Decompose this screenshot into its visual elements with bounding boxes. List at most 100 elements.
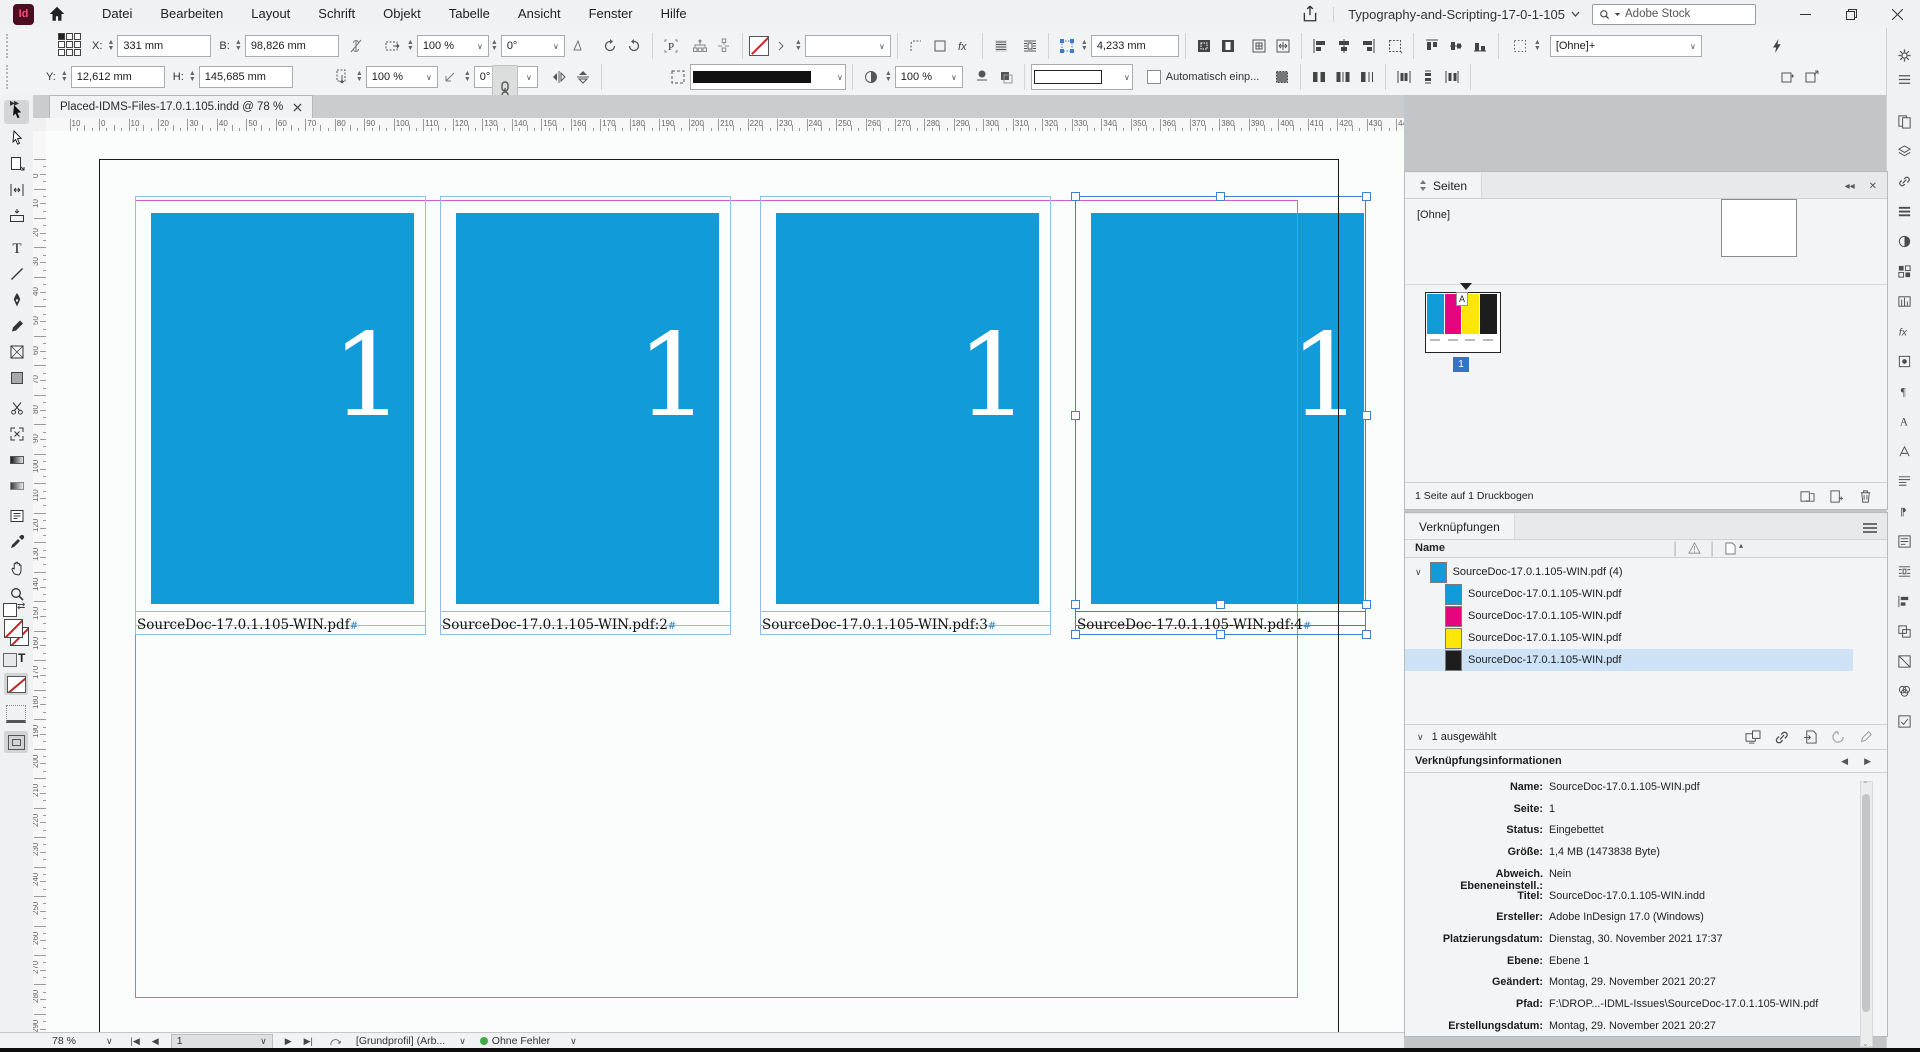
close-tab-icon[interactable]: [293, 102, 302, 112]
graphic-frame-4[interactable]: [1075, 196, 1366, 626]
document-tab[interactable]: Placed-IDMS-Files-17.0.1.105.indd @ 78 %: [49, 95, 314, 118]
name-column-header[interactable]: Name: [1415, 542, 1445, 554]
info-scrollbar[interactable]: ⌃ ⌄: [1860, 780, 1873, 1048]
delete-page-icon[interactable]: [1858, 489, 1873, 504]
collapse-panel-group-icon[interactable]: ◂◂: [1845, 181, 1855, 192]
scale-x-field[interactable]: 100 % ∨: [416, 35, 489, 57]
page-1-thumbnail[interactable]: A: [1425, 292, 1501, 353]
select-container-icon[interactable]: [689, 35, 711, 57]
caption-frame-2[interactable]: SourceDoc-17.0.1.105-WIN.pdf:2#: [440, 611, 731, 635]
panel-menu-icon[interactable]: [1863, 523, 1877, 533]
link-icon[interactable]: [1774, 730, 1790, 744]
selection-handle[interactable]: [1071, 192, 1080, 201]
menu-layout[interactable]: Layout: [237, 0, 304, 28]
link-row[interactable]: ∨ SourceDoc-17.0.1.105-WIN.pdf (4): [1405, 561, 1853, 583]
gradient-tool[interactable]: [4, 448, 29, 472]
columns-gutter-icon[interactable]: [1332, 66, 1354, 88]
autofit-checkbox[interactable]: [1146, 70, 1161, 84]
indesign-logo-icon[interactable]: Id: [13, 3, 34, 25]
fill-color-dropdown[interactable]: ∨: [1030, 64, 1133, 90]
scale-x-ref-icon[interactable]: [382, 35, 404, 57]
stroke-weight-field-chevron[interactable]: ∨: [879, 42, 885, 51]
corner-radius-field[interactable]: 4,233 mm: [1090, 35, 1179, 57]
x-position-field[interactable]: 331 mm: [117, 35, 212, 57]
line-tool[interactable]: [4, 262, 29, 286]
stroke-flyout-chevron[interactable]: [770, 35, 792, 57]
width-field-spinner[interactable]: ▲ ▼: [233, 36, 244, 56]
graphic-frame-2[interactable]: [440, 196, 731, 626]
selection-handle[interactable]: [1362, 411, 1371, 420]
frame-tool[interactable]: [4, 340, 29, 364]
document-set-dropdown[interactable]: Typography-and-Scripting-17-0-1-105: [1333, 6, 1592, 22]
panel-gear-icon[interactable]: [1895, 46, 1913, 64]
stroke-swatch-button[interactable]: [748, 36, 769, 56]
master-page-thumbnail[interactable]: [1721, 199, 1797, 257]
width-field[interactable]: 98,826 mm: [244, 35, 339, 57]
screen-mode-button[interactable]: [4, 731, 28, 753]
selection-handle[interactable]: [1071, 600, 1080, 609]
cell-view-icon[interactable]: [6, 705, 26, 723]
space-between-icon[interactable]: [1441, 66, 1463, 88]
corner-radius-field-spinner[interactable]: ▲ ▼: [1079, 36, 1090, 56]
free-transform-tool[interactable]: [4, 422, 29, 446]
opacity-field[interactable]: 100 % ∨: [894, 66, 963, 88]
graphic-frame-3[interactable]: [760, 196, 1051, 626]
space-h-icon[interactable]: [1393, 66, 1415, 88]
rectangle-tool[interactable]: [4, 366, 29, 390]
menu-datei[interactable]: Datei: [88, 0, 146, 28]
reference-point-proxy[interactable]: [58, 33, 84, 59]
height-field[interactable]: 145,685 mm: [198, 66, 293, 88]
fit-frame-to-content-icon[interactable]: [1248, 35, 1270, 57]
fill-frame-proportional-icon[interactable]: [1193, 35, 1215, 57]
collapse-info-icon[interactable]: ∨: [1417, 732, 1424, 743]
opacity-field-spinner[interactable]: ▲ ▼: [883, 67, 894, 87]
paragraph-panel-icon[interactable]: [1895, 472, 1913, 490]
restore-button[interactable]: [1828, 1, 1874, 28]
stroke-weight-field-spinner[interactable]: ▲ ▼: [793, 36, 804, 56]
color-panel-icon[interactable]: [1895, 232, 1913, 250]
object-style-dropdown-chevron[interactable]: ∨: [1690, 42, 1696, 51]
menu-fenster[interactable]: Fenster: [575, 0, 647, 28]
panel-menu-lines-icon[interactable]: [1895, 70, 1913, 88]
object-style-dropdown[interactable]: [Ohne]+ ∨: [1549, 35, 1702, 57]
next-link-icon[interactable]: ▶: [1864, 756, 1871, 767]
swap-fill-stroke-icon[interactable]: ⇄: [17, 601, 29, 613]
text-wrap-none-icon[interactable]: [990, 35, 1012, 57]
fit-content-to-frame-icon[interactable]: [1272, 35, 1294, 57]
selection-handle[interactable]: [1071, 411, 1080, 420]
layers-panel-icon[interactable]: [1895, 142, 1913, 160]
expand-panels-icon[interactable]: ▸▸: [10, 98, 19, 109]
page-transitions-icon[interactable]: [1800, 489, 1815, 504]
link-status-column-icon[interactable]: [1688, 542, 1701, 554]
link-row[interactable]: SourceDoc-17.0.1.105-WIN.pdf: [1405, 605, 1853, 627]
text-wrap-bounding-icon[interactable]: [1019, 35, 1041, 57]
horizontal-ruler[interactable]: 10 0 10 20 30 40 50 60 70 80 90 100 110 120 130 140 150 1…: [46, 118, 1404, 132]
caption-frame-1[interactable]: SourceDoc-17.0.1.105-WIN.pdf#: [135, 611, 426, 635]
pages-panel-icon[interactable]: [1895, 112, 1913, 130]
relink-from-cc-icon[interactable]: [1745, 730, 1761, 744]
y-position-field-spinner[interactable]: ▲ ▼: [59, 67, 70, 87]
columns-2-icon[interactable]: [1308, 66, 1330, 88]
rotation-field-spinner[interactable]: ▲ ▼: [462, 67, 473, 87]
align-left-icon[interactable]: [1309, 35, 1331, 57]
y-position-field[interactable]: 12,612 mm: [70, 66, 165, 88]
link-row-selected[interactable]: SourceDoc-17.0.1.105-WIN.pdf: [1405, 649, 1853, 671]
close-button[interactable]: [1874, 1, 1920, 28]
rotate-ccw-icon[interactable]: [623, 35, 645, 57]
story-panel-icon[interactable]: [1895, 532, 1913, 550]
menu-hilfe[interactable]: Hilfe: [647, 0, 701, 28]
caption-frame-3[interactable]: SourceDoc-17.0.1.105-WIN.pdf:3#: [760, 611, 1051, 635]
scissors-tool[interactable]: [4, 396, 29, 420]
transform-panel-icon[interactable]: [1895, 652, 1913, 670]
selection-handle[interactable]: [1362, 630, 1371, 639]
selection-handle[interactable]: [1071, 630, 1080, 639]
pen-tool[interactable]: [4, 288, 29, 312]
corner-shape-icon[interactable]: [929, 35, 951, 57]
stroke-panel-icon[interactable]: [1895, 202, 1913, 220]
glyphs-panel-icon[interactable]: ⁋: [1895, 502, 1913, 520]
type-tool[interactable]: T: [4, 236, 29, 260]
menu-schrift[interactable]: Schrift: [304, 0, 369, 28]
page-tool[interactable]: [4, 152, 29, 176]
rotate-cw-icon[interactable]: [599, 35, 621, 57]
rotation-field-chevron[interactable]: ∨: [526, 73, 532, 82]
